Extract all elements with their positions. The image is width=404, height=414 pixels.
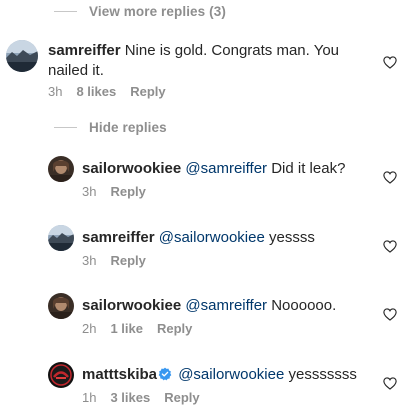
comment-mention[interactable]: @samreiffer bbox=[185, 297, 267, 314]
avatar-logo-icon bbox=[48, 362, 74, 388]
heart-icon[interactable] bbox=[383, 56, 397, 69]
comment-username[interactable]: matttskiba bbox=[82, 366, 157, 383]
comment-body: samreiffer Nine is gold. Congrats man. Y… bbox=[48, 41, 348, 81]
divider-line bbox=[54, 11, 77, 12]
avatar-landscape-icon bbox=[6, 40, 38, 72]
comment-mention[interactable]: @sailorwookiee bbox=[159, 229, 265, 246]
comment-likes[interactable]: 1 like bbox=[110, 321, 143, 336]
comment-username[interactable]: sailorwookiee bbox=[82, 160, 181, 177]
heart-icon[interactable] bbox=[383, 171, 397, 184]
comment-username[interactable]: samreiffer bbox=[82, 229, 155, 246]
hide-replies[interactable]: Hide replies bbox=[54, 120, 167, 135]
comment-meta: 3h Reply bbox=[82, 253, 146, 268]
reply-button[interactable]: Reply bbox=[110, 253, 145, 268]
comment-body: sailorwookiee @samreiffer Did it leak? bbox=[82, 159, 345, 179]
verified-badge-icon bbox=[158, 367, 172, 381]
avatar[interactable] bbox=[48, 293, 74, 319]
comment-meta: 1h 3 likes Reply bbox=[82, 390, 200, 405]
comment-time[interactable]: 3h bbox=[82, 184, 96, 199]
avatar[interactable] bbox=[48, 225, 74, 251]
comment-body: sailorwookiee @samreiffer Noooooo. bbox=[82, 296, 336, 316]
comment-username[interactable]: samreiffer bbox=[48, 42, 121, 59]
reply-button[interactable]: Reply bbox=[164, 390, 199, 405]
comment-body: samreiffer @sailorwookiee yessss bbox=[82, 228, 315, 248]
view-more-replies-label: View more replies (3) bbox=[89, 4, 226, 19]
heart-icon[interactable] bbox=[383, 308, 397, 321]
view-more-replies[interactable]: View more replies (3) bbox=[54, 4, 226, 19]
comment-username[interactable]: sailorwookiee bbox=[82, 297, 181, 314]
comment-text: Did it leak? bbox=[271, 160, 346, 177]
comment-text: Noooooo. bbox=[271, 297, 337, 314]
heart-icon[interactable] bbox=[383, 240, 397, 253]
comment-meta: 2h 1 like Reply bbox=[82, 321, 192, 336]
reply-button[interactable]: Reply bbox=[130, 84, 165, 99]
comment-meta: 3h Reply bbox=[82, 184, 146, 199]
comment-likes[interactable]: 8 likes bbox=[76, 84, 116, 99]
comment-text: yesssssss bbox=[288, 366, 357, 383]
comment-mention[interactable]: @samreiffer bbox=[185, 160, 267, 177]
comment-text: yessss bbox=[269, 229, 315, 246]
comment-time[interactable]: 2h bbox=[82, 321, 96, 336]
comment-body: matttskiba @sailorwookiee yesssssss bbox=[82, 365, 357, 385]
comment-time[interactable]: 1h bbox=[82, 390, 96, 405]
avatar[interactable] bbox=[48, 156, 74, 182]
reply-button[interactable]: Reply bbox=[157, 321, 192, 336]
avatar-portrait-icon bbox=[48, 293, 74, 319]
avatar-landscape-icon bbox=[48, 225, 74, 251]
comment-time[interactable]: 3h bbox=[48, 84, 62, 99]
comment-meta: 3h 8 likes Reply bbox=[48, 84, 166, 99]
divider-line bbox=[54, 127, 77, 128]
comment-likes[interactable]: 3 likes bbox=[110, 390, 150, 405]
hide-replies-label: Hide replies bbox=[89, 120, 167, 135]
avatar-portrait-icon bbox=[48, 156, 74, 182]
avatar[interactable] bbox=[48, 362, 74, 388]
avatar[interactable] bbox=[6, 40, 38, 72]
comment-mention[interactable]: @sailorwookiee bbox=[178, 366, 284, 383]
comment-time[interactable]: 3h bbox=[82, 253, 96, 268]
heart-icon[interactable] bbox=[383, 377, 397, 390]
reply-button[interactable]: Reply bbox=[110, 184, 145, 199]
